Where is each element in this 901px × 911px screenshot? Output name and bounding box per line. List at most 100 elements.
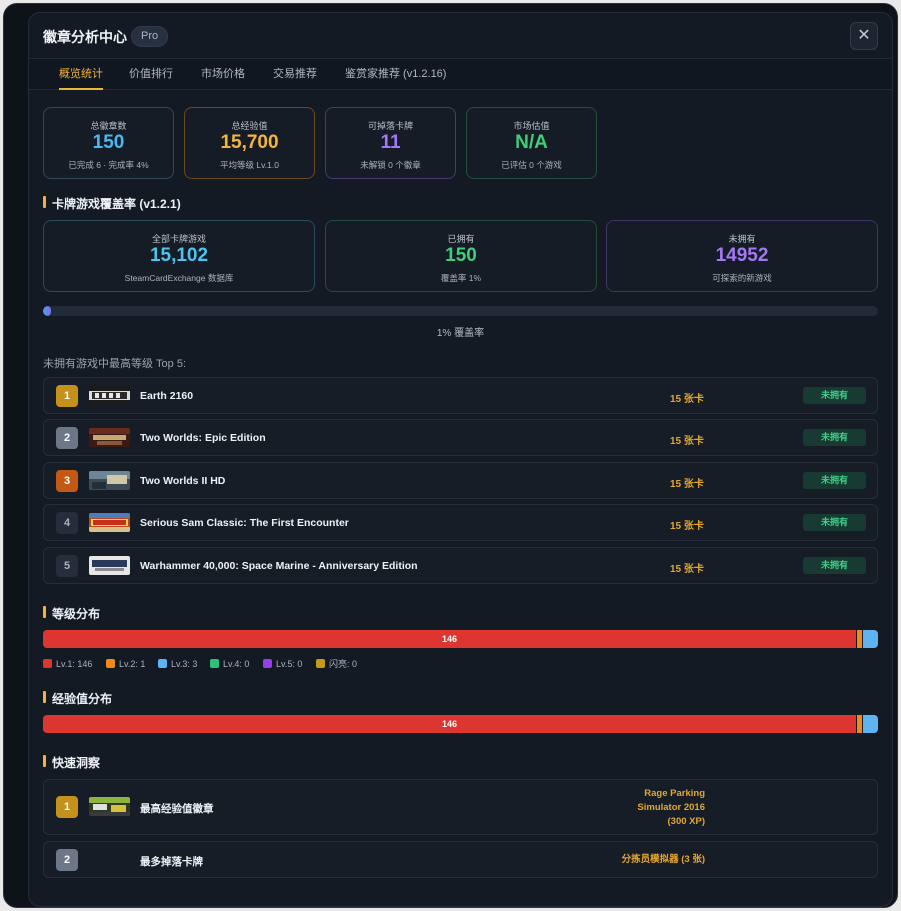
legend-item: Lv.4: 0 [210, 658, 249, 670]
insight-value-line: (300 XP) [667, 816, 706, 827]
card-count: 15 张卡 [670, 394, 704, 405]
stat-card-droppable-cards: 可掉落卡牌 11 未解锁 0 个徽章 [325, 107, 456, 179]
rank-badge: 1 [56, 796, 78, 818]
stat-value: 150 [92, 132, 125, 153]
insight-value-line: Rage Parking [644, 788, 705, 799]
top-game-row[interactable]: 1 Earth 2160 15 张卡 未拥有 [43, 377, 878, 414]
coverage-card-not-owned: 未拥有 14952 可探索的新游戏 [606, 220, 878, 292]
panel-header: 徽章分析中心 Pro ✕ [29, 13, 892, 57]
game-name: Two Worlds: Epic Edition [140, 432, 266, 444]
stat-sub: 已评估 0 个游戏 [501, 160, 562, 170]
game-thumbnail [89, 386, 130, 405]
coverage-card-owned: 已拥有 150 覆盖率 1% [325, 220, 597, 292]
status-badge: 未拥有 [803, 387, 866, 404]
game-thumbnail [89, 428, 130, 447]
legend-swatch [43, 659, 52, 668]
xp-distribution-title: 经验值分布 [43, 690, 112, 707]
top-games-heading: 未拥有游戏中最高等级 Top 5: [43, 358, 187, 370]
stat-label: 市场估值 [513, 121, 550, 131]
status-badge: 未拥有 [803, 514, 866, 531]
coverage-progress-fill [43, 306, 52, 316]
coverage-progress-bar [43, 306, 878, 316]
insight-value-line: Simulator 2016 [637, 802, 705, 813]
pro-badge: Pro [131, 26, 169, 47]
top-game-row[interactable]: 4 Serious Sam Classic: The First Encount… [43, 504, 878, 541]
legend-label: Lv.5: 0 [276, 659, 303, 669]
card-count: 15 张卡 [670, 479, 704, 490]
coverage-sub: 可探索的新游戏 [712, 273, 772, 283]
stat-label: 总徽章数 [90, 121, 127, 131]
badge-analysis-panel: 徽章分析中心 Pro ✕ 概览统计 价值排行 市场价格 交易推荐 鉴赏家推荐 (… [28, 12, 893, 907]
stat-value: N/A [515, 132, 548, 153]
stat-card-total-badges: 总徽章数 150 已完成 6 · 完成率 4% [43, 107, 174, 179]
legend-swatch [158, 659, 167, 668]
rank-badge: 4 [56, 512, 78, 534]
stat-card-market-value: 市场估值 N/A 已评估 0 个游戏 [466, 107, 597, 179]
status-badge: 未拥有 [803, 557, 866, 574]
segment-label: 146 [441, 719, 458, 729]
legend-label: Lv.4: 0 [223, 659, 250, 669]
game-thumbnail [89, 471, 130, 490]
insight-label: 最多掉落卡牌 [140, 856, 203, 868]
coverage-sub: SteamCardExchange 数据库 [124, 273, 234, 283]
distribution-segment [862, 630, 878, 648]
panel-title: 徽章分析中心 [43, 29, 127, 45]
insight-row[interactable]: 2 最多掉落卡牌 分拣员模拟器 (3 张) [43, 841, 878, 878]
card-count: 15 张卡 [670, 521, 704, 532]
legend-swatch [106, 659, 115, 668]
game-name: Earth 2160 [140, 390, 194, 402]
game-thumbnail [89, 513, 130, 532]
legend-label: 闪亮: 0 [329, 659, 358, 669]
coverage-section-title: 卡牌游戏覆盖率 (v1.2.1) [43, 195, 181, 212]
insight-row[interactable]: 1 最高经验值徽章 Rage Parking Simulator 2016 (3… [43, 779, 878, 835]
status-badge: 未拥有 [803, 472, 866, 489]
top-game-row[interactable]: 5 Warhammer 40,000: Space Marine - Anniv… [43, 547, 878, 584]
insight-value: 分拣员模拟器 (3 张) [622, 853, 705, 867]
xp-distribution-bar: 146 [43, 715, 878, 733]
tab-curator-recommend[interactable]: 鉴赏家推荐 (v1.2.16) [345, 59, 446, 90]
tab-market-price[interactable]: 市场价格 [201, 59, 245, 90]
level-distribution-title: 等级分布 [43, 605, 100, 622]
insight-label: 最高经验值徽章 [140, 803, 214, 815]
legend-label: Lv.1: 146 [56, 659, 93, 669]
level-distribution-bar: 146 [43, 630, 878, 648]
tab-value-ranking[interactable]: 价值排行 [129, 59, 173, 90]
stat-value: 11 [380, 132, 401, 153]
insight-value-line: 分拣员模拟器 (3 张) [621, 854, 705, 865]
segment-label: 146 [441, 634, 458, 644]
tab-bar: 概览统计 价值排行 市场价格 交易推荐 鉴赏家推荐 (v1.2.16) [29, 58, 892, 90]
game-thumbnail [89, 797, 130, 816]
close-button[interactable]: ✕ [850, 22, 878, 50]
tab-overview[interactable]: 概览统计 [59, 59, 103, 90]
distribution-segment: 146 [43, 630, 856, 648]
game-name: Serious Sam Classic: The First Encounter [140, 517, 349, 529]
legend-item: Lv.2: 1 [106, 658, 145, 670]
legend-item: 闪亮: 0 [316, 658, 357, 670]
coverage-label: 全部卡牌游戏 [151, 234, 206, 244]
rank-badge: 2 [56, 849, 78, 871]
game-name: Two Worlds II HD [140, 475, 226, 487]
stat-card-total-xp: 总经验值 15,700 平均等级 Lv.1.0 [184, 107, 315, 179]
insight-value: Rage Parking Simulator 2016 (300 XP) [637, 787, 705, 829]
stat-value: 15,700 [220, 132, 279, 153]
top-game-row[interactable]: 3 Two Worlds II HD 15 张卡 未拥有 [43, 462, 878, 499]
coverage-sub: 覆盖率 1% [440, 273, 482, 283]
rank-badge: 1 [56, 385, 78, 407]
legend-label: Lv.3: 3 [171, 659, 198, 669]
tab-trade-recommend[interactable]: 交易推荐 [273, 59, 317, 90]
distribution-segment [862, 715, 878, 733]
stat-sub: 未解锁 0 个徽章 [360, 160, 421, 170]
top-game-row[interactable]: 2 Two Worlds: Epic Edition 15 张卡 未拥有 [43, 419, 878, 456]
stat-label: 总经验值 [231, 121, 268, 131]
legend-item: Lv.5: 0 [263, 658, 302, 670]
stat-sub: 已完成 6 · 完成率 4% [68, 160, 149, 170]
insights-title: 快速洞察 [43, 754, 100, 771]
legend-label: Lv.2: 1 [119, 659, 146, 669]
game-name: Warhammer 40,000: Space Marine - Anniver… [140, 560, 418, 572]
game-thumbnail [89, 556, 130, 575]
legend-item: Lv.1: 146 [43, 658, 92, 670]
card-count: 15 张卡 [670, 436, 704, 447]
close-icon: ✕ [857, 27, 871, 44]
card-count: 15 张卡 [670, 564, 704, 575]
coverage-progress-label: 1% 覆盖率 [436, 328, 485, 339]
